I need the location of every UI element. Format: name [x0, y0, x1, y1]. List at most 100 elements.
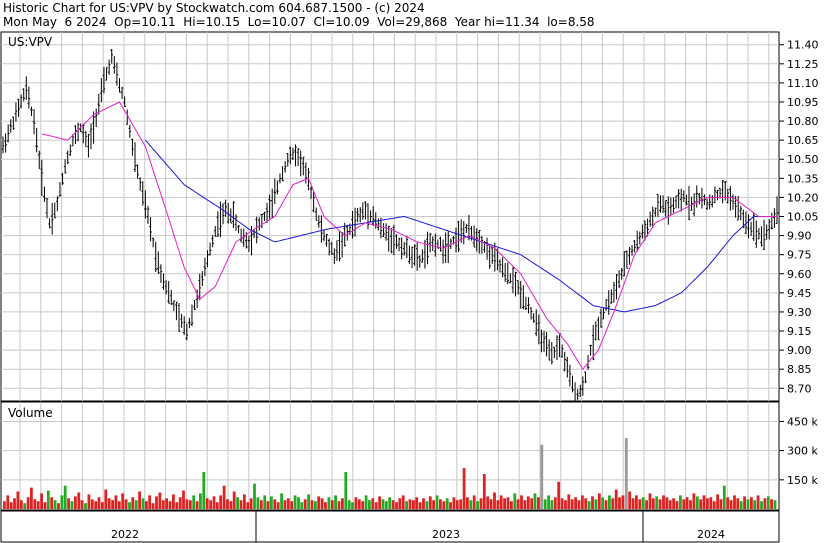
price-tick-label: 10.65	[787, 134, 819, 147]
volume-bar	[273, 499, 277, 509]
volume-bar	[435, 495, 439, 509]
volume-bar	[165, 498, 168, 509]
volume-bar	[57, 503, 60, 509]
volume-bar	[341, 498, 344, 509]
volume-bar	[293, 495, 297, 509]
volume-bar	[543, 499, 547, 509]
volume-bar	[560, 498, 564, 509]
volume-tick-label: 150 k	[787, 474, 818, 487]
volume-bar	[168, 501, 172, 509]
volume-bar	[628, 491, 632, 509]
volume-bar	[80, 500, 84, 509]
volume-bar	[3, 501, 6, 509]
volume-bar	[391, 500, 395, 509]
volume-bar	[337, 501, 341, 509]
volume-bar	[665, 497, 669, 509]
volume-bar	[199, 493, 202, 509]
volume-bar	[756, 495, 760, 509]
volume-bar	[760, 501, 763, 509]
volume-bar	[290, 501, 294, 509]
volume-bar	[101, 502, 104, 509]
volume-bar	[314, 501, 317, 509]
volume-bar	[77, 492, 81, 509]
volume-bar	[371, 498, 375, 509]
volume-bar	[445, 498, 449, 509]
volume-bar	[276, 502, 280, 509]
volume-bar	[148, 495, 152, 509]
volume-bar	[209, 500, 212, 509]
volume-bar	[205, 498, 209, 509]
volume-bar	[452, 497, 456, 509]
price-tick-label: 9.90	[787, 230, 812, 243]
volume-bar	[161, 500, 165, 509]
volume-bar	[128, 502, 131, 509]
volume-bar	[124, 499, 128, 509]
year-label: 2024	[697, 528, 725, 541]
volume-bar	[597, 493, 601, 509]
volume-bar	[317, 496, 321, 509]
price-tick-label: 10.95	[787, 96, 819, 109]
volume-bar	[523, 500, 527, 509]
volume-bar	[374, 502, 378, 509]
volume-bar	[729, 500, 733, 509]
volume-bar	[645, 500, 648, 509]
volume-bar	[442, 501, 446, 509]
volume-bar	[425, 501, 429, 509]
volume-bar	[726, 497, 730, 509]
volume-bar	[432, 500, 435, 509]
volume-bar	[706, 498, 709, 509]
volume-bar	[330, 500, 334, 509]
volume-bar	[232, 491, 236, 509]
volume-bar	[581, 495, 584, 509]
volume-bar	[736, 498, 740, 509]
year-label: 2023	[432, 528, 460, 541]
volume-axis: 450 k 300 k 150 k	[779, 415, 818, 487]
volume-bar	[23, 503, 27, 509]
volume-bar	[297, 497, 300, 509]
volume-bar	[455, 500, 459, 509]
volume-bar	[466, 497, 469, 509]
volume-bar	[266, 501, 270, 509]
volume-bar	[675, 501, 679, 509]
volume-bar	[13, 498, 16, 509]
volume-bar	[351, 502, 354, 509]
volume-bar	[9, 502, 13, 509]
volume-bar	[303, 499, 307, 509]
volume-bar	[503, 498, 506, 509]
volume-bar	[763, 498, 767, 509]
volume-bar	[618, 497, 621, 509]
volume-bar	[594, 499, 598, 509]
volume-bar	[695, 496, 699, 509]
volume-bar	[658, 499, 662, 509]
volume-bar	[249, 498, 253, 509]
volume-bar	[327, 497, 331, 509]
volume-bar	[40, 493, 43, 509]
volume-bar	[401, 495, 405, 509]
price-tick-label: 11.10	[787, 77, 819, 90]
volume-bar	[182, 490, 185, 509]
volume-bar	[229, 501, 233, 509]
price-tick-label: 10.80	[787, 115, 819, 128]
volume-bar	[16, 491, 20, 509]
volume-bar	[310, 500, 314, 509]
volume-bar	[604, 500, 608, 509]
volume-bar	[699, 499, 703, 509]
volume-bar	[90, 499, 94, 509]
volume-bar	[226, 499, 229, 509]
volume-bar	[117, 501, 121, 509]
volume-bar	[750, 497, 753, 509]
year-label: 2022	[111, 528, 139, 541]
volume-bar	[60, 495, 64, 509]
price-tick-label: 10.50	[787, 153, 819, 166]
volume-bar	[692, 493, 696, 509]
volume-bar	[104, 489, 108, 509]
volume-bar	[702, 495, 706, 509]
price-axis: 11.40 11.25 11.10 10.95 10.80 10.65 10.50 10.35…	[779, 39, 819, 395]
volume-bar	[263, 495, 267, 509]
volume-bar	[540, 444, 544, 509]
volume-bar	[533, 493, 537, 509]
volume-bar	[719, 499, 723, 509]
volume-bar	[320, 498, 324, 509]
volume-bar	[733, 495, 736, 509]
price-tick-label: 9.15	[787, 325, 812, 338]
